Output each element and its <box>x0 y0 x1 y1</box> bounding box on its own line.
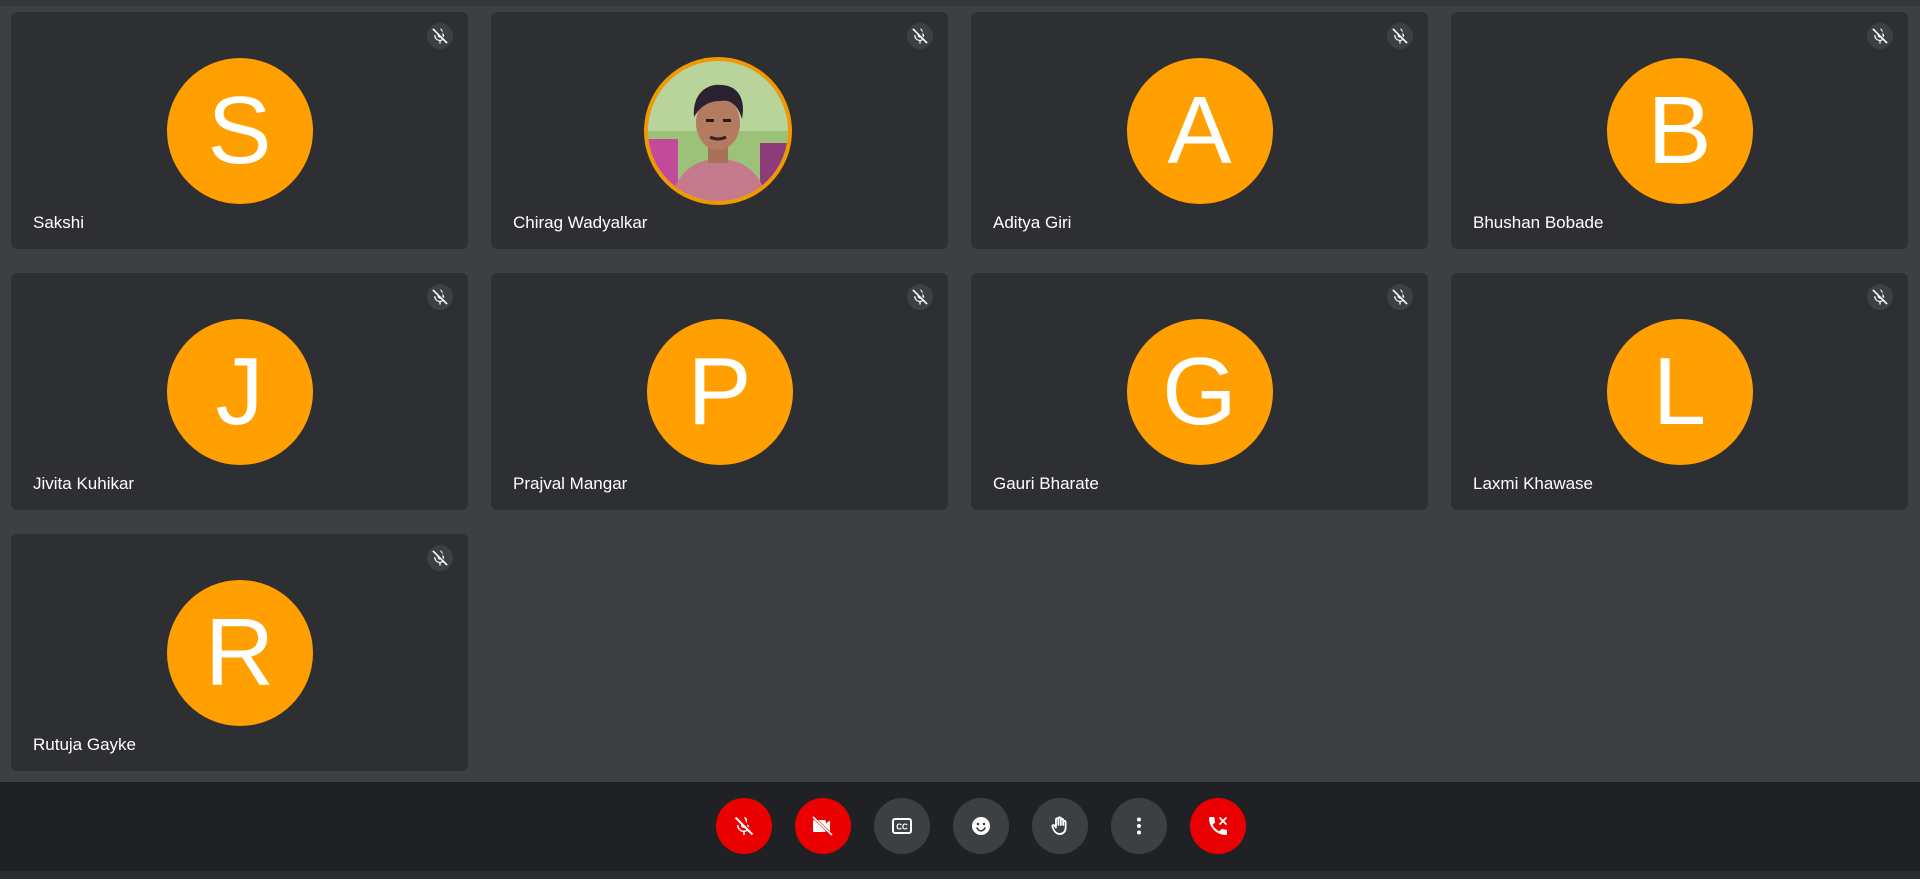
avatar: P <box>646 319 793 465</box>
emoji-icon <box>969 814 993 838</box>
participant-name: Sakshi <box>33 213 85 232</box>
camera-toggle-button[interactable] <box>795 798 851 854</box>
participant-tile[interactable]: J Jivita Kuhikar <box>11 273 468 510</box>
participant-photo <box>647 61 788 201</box>
participant-tile[interactable]: Chirag Wadyalkar <box>491 12 948 249</box>
avatar: S <box>166 58 313 204</box>
participant-name: Bhushan Bobade <box>1473 213 1604 232</box>
call-end-icon <box>1206 814 1230 838</box>
avatar: G <box>1126 319 1273 465</box>
mic-off-icon <box>907 284 933 310</box>
raise-hand-button[interactable] <box>1032 798 1088 854</box>
mic-off-icon <box>1867 284 1893 310</box>
mic-toggle-button[interactable] <box>716 798 772 854</box>
participant-name: Jivita Kuhikar <box>33 474 135 493</box>
participant-tile[interactable]: G Gauri Bharate <box>971 273 1428 510</box>
mic-off-icon <box>427 23 453 49</box>
mic-off-icon <box>1387 23 1413 49</box>
mic-off-icon <box>427 284 453 310</box>
mic-off-icon <box>1387 284 1413 310</box>
participant-name: Gauri Bharate <box>993 474 1099 493</box>
leave-call-button[interactable] <box>1190 798 1246 854</box>
participant-name: Prajval Mangar <box>513 474 628 493</box>
avatar: A <box>1126 58 1273 204</box>
reactions-button[interactable] <box>953 798 1009 854</box>
mic-off-icon <box>732 814 756 838</box>
avatar: B <box>1606 58 1753 204</box>
avatar: J <box>166 319 313 465</box>
participant-name: Rutuja Gayke <box>33 735 136 754</box>
call-controls: CC <box>716 798 1246 854</box>
participant-tile[interactable]: P Prajval Mangar <box>491 273 948 510</box>
bottom-strip <box>0 871 1920 879</box>
participant-name: Chirag Wadyalkar <box>513 213 648 232</box>
call-controls-bar: CC <box>0 782 1920 871</box>
svg-text:CC: CC <box>896 823 908 832</box>
mic-off-icon <box>427 545 453 571</box>
mic-off-icon <box>1867 23 1893 49</box>
more-options-button[interactable] <box>1111 798 1167 854</box>
videocam-off-icon <box>811 814 835 838</box>
participant-name: Aditya Giri <box>993 213 1072 232</box>
avatar: L <box>1606 319 1753 465</box>
participant-tile[interactable]: L Laxmi Khawase <box>1451 273 1908 510</box>
avatar: R <box>166 580 313 726</box>
closed-captions-icon: CC <box>890 814 914 838</box>
participant-tile[interactable]: R Rutuja Gayke <box>11 534 468 771</box>
avatar <box>643 57 792 205</box>
participant-tile[interactable]: B Bhushan Bobade <box>1451 12 1908 249</box>
participant-name: Laxmi Khawase <box>1473 474 1594 493</box>
captions-button[interactable]: CC <box>874 798 930 854</box>
more-vert-icon <box>1127 814 1151 838</box>
mic-off-icon <box>907 23 933 49</box>
meeting-stage: S Sakshi Chirag Wadyalkar A Aditya Giri B Bhus… <box>0 0 1920 879</box>
top-strip <box>0 0 1920 6</box>
hand-icon <box>1048 814 1072 838</box>
participant-grid: S Sakshi Chirag Wadyalkar A Aditya Giri B Bhus… <box>11 12 1909 771</box>
participant-tile[interactable]: A Aditya Giri <box>971 12 1428 249</box>
participant-tile[interactable]: S Sakshi <box>11 12 468 249</box>
